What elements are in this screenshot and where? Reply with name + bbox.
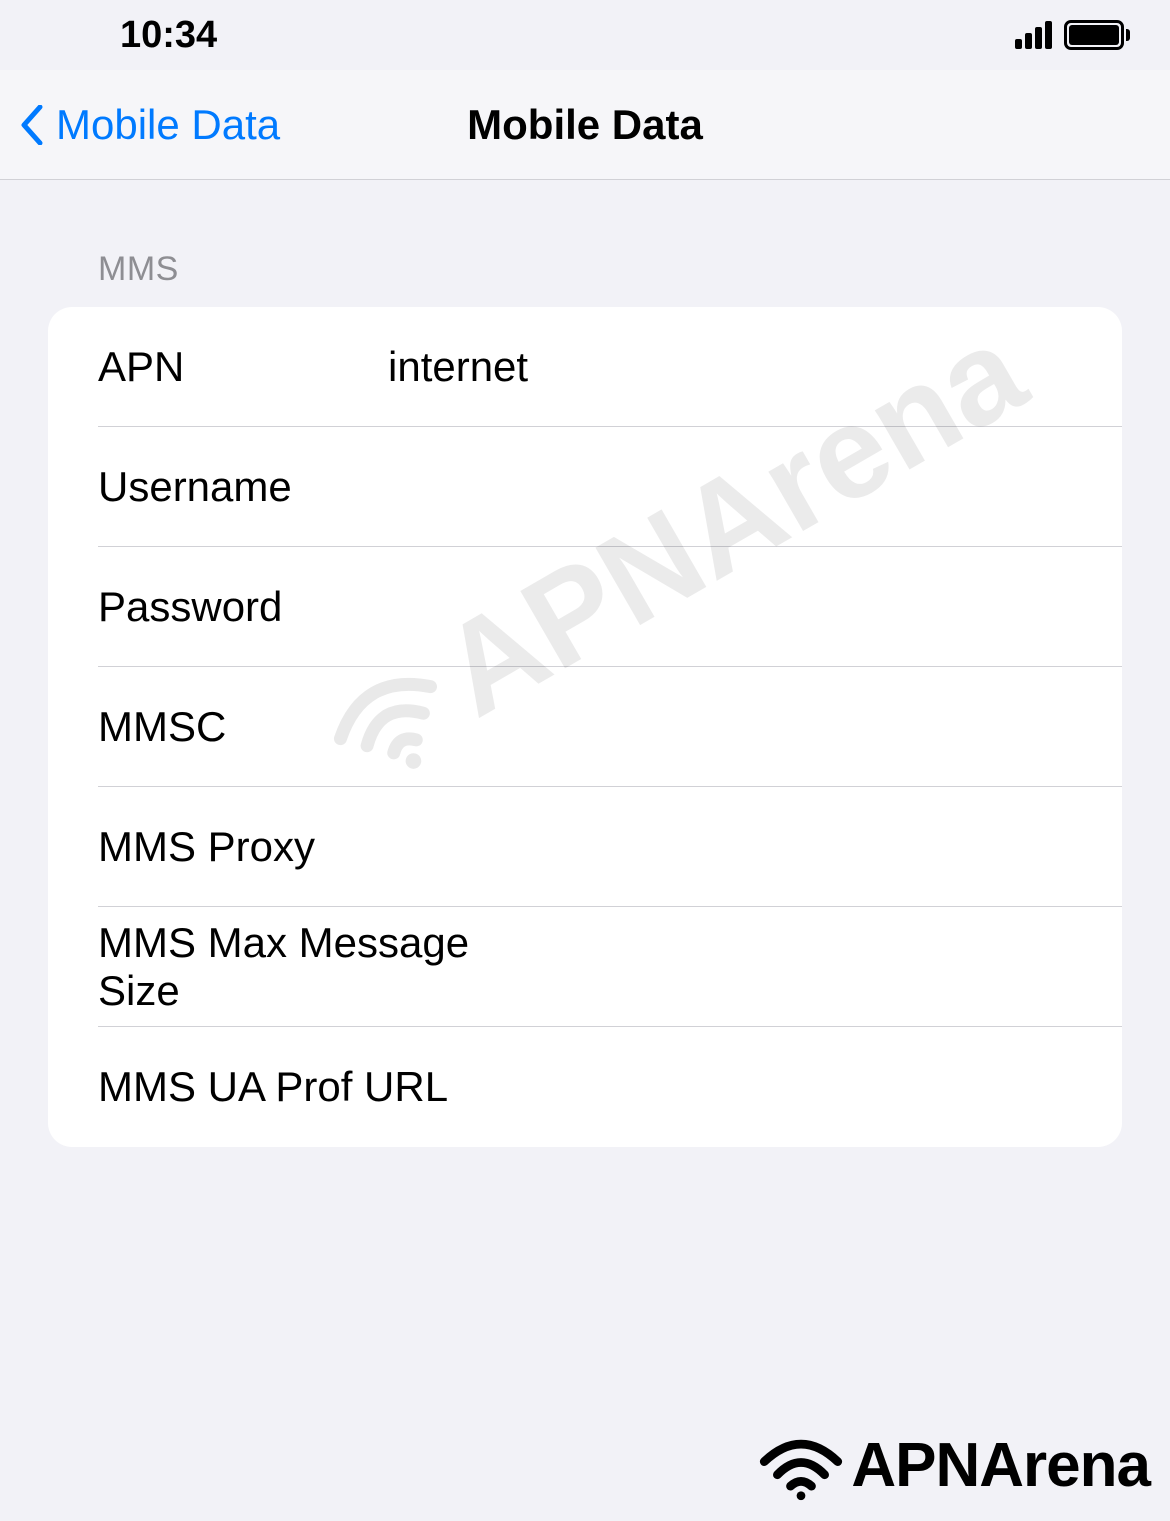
status-time: 10:34 <box>120 14 217 57</box>
battery-icon <box>1064 20 1130 50</box>
username-label: Username <box>98 463 388 511</box>
mms-proxy-row[interactable]: MMS Proxy <box>48 787 1122 907</box>
chevron-left-icon <box>20 105 44 145</box>
mms-ua-prof-url-input[interactable] <box>531 1063 1072 1111</box>
username-input[interactable] <box>388 463 1072 511</box>
mms-ua-prof-url-row[interactable]: MMS UA Prof URL <box>48 1027 1122 1147</box>
navigation-bar: Mobile Data Mobile Data <box>0 70 1170 180</box>
mms-settings-group: APN Username Password MMSC MMS Proxy MMS… <box>48 307 1122 1147</box>
apn-label: APN <box>98 343 388 391</box>
mmsc-row[interactable]: MMSC <box>48 667 1122 787</box>
password-row[interactable]: Password <box>48 547 1122 667</box>
apn-row[interactable]: APN <box>48 307 1122 427</box>
password-input[interactable] <box>388 583 1072 631</box>
status-indicators <box>1015 20 1130 50</box>
cellular-signal-icon <box>1015 21 1052 49</box>
back-button[interactable]: Mobile Data <box>20 101 280 149</box>
footer-logo: APNArena <box>756 1430 1150 1501</box>
mms-proxy-label: MMS Proxy <box>98 823 388 871</box>
mms-proxy-input[interactable] <box>388 823 1072 871</box>
mms-max-message-size-input[interactable] <box>531 943 1072 991</box>
back-label: Mobile Data <box>56 101 280 149</box>
mms-max-message-size-row[interactable]: MMS Max Message Size <box>48 907 1122 1027</box>
mms-max-message-size-label: MMS Max Message Size <box>98 919 531 1015</box>
page-title: Mobile Data <box>467 101 703 149</box>
wifi-icon <box>756 1431 846 1501</box>
section-header-mms: MMS <box>98 250 1122 289</box>
password-label: Password <box>98 583 388 631</box>
footer-text: APNArena <box>851 1430 1150 1501</box>
mms-ua-prof-url-label: MMS UA Prof URL <box>98 1063 531 1111</box>
username-row[interactable]: Username <box>48 427 1122 547</box>
mmsc-input[interactable] <box>388 703 1072 751</box>
status-bar: 10:34 <box>0 0 1170 70</box>
content-area: MMS APN Username Password MMSC MMS Proxy <box>0 180 1170 1147</box>
apn-input[interactable] <box>388 343 1072 391</box>
mmsc-label: MMSC <box>98 703 388 751</box>
